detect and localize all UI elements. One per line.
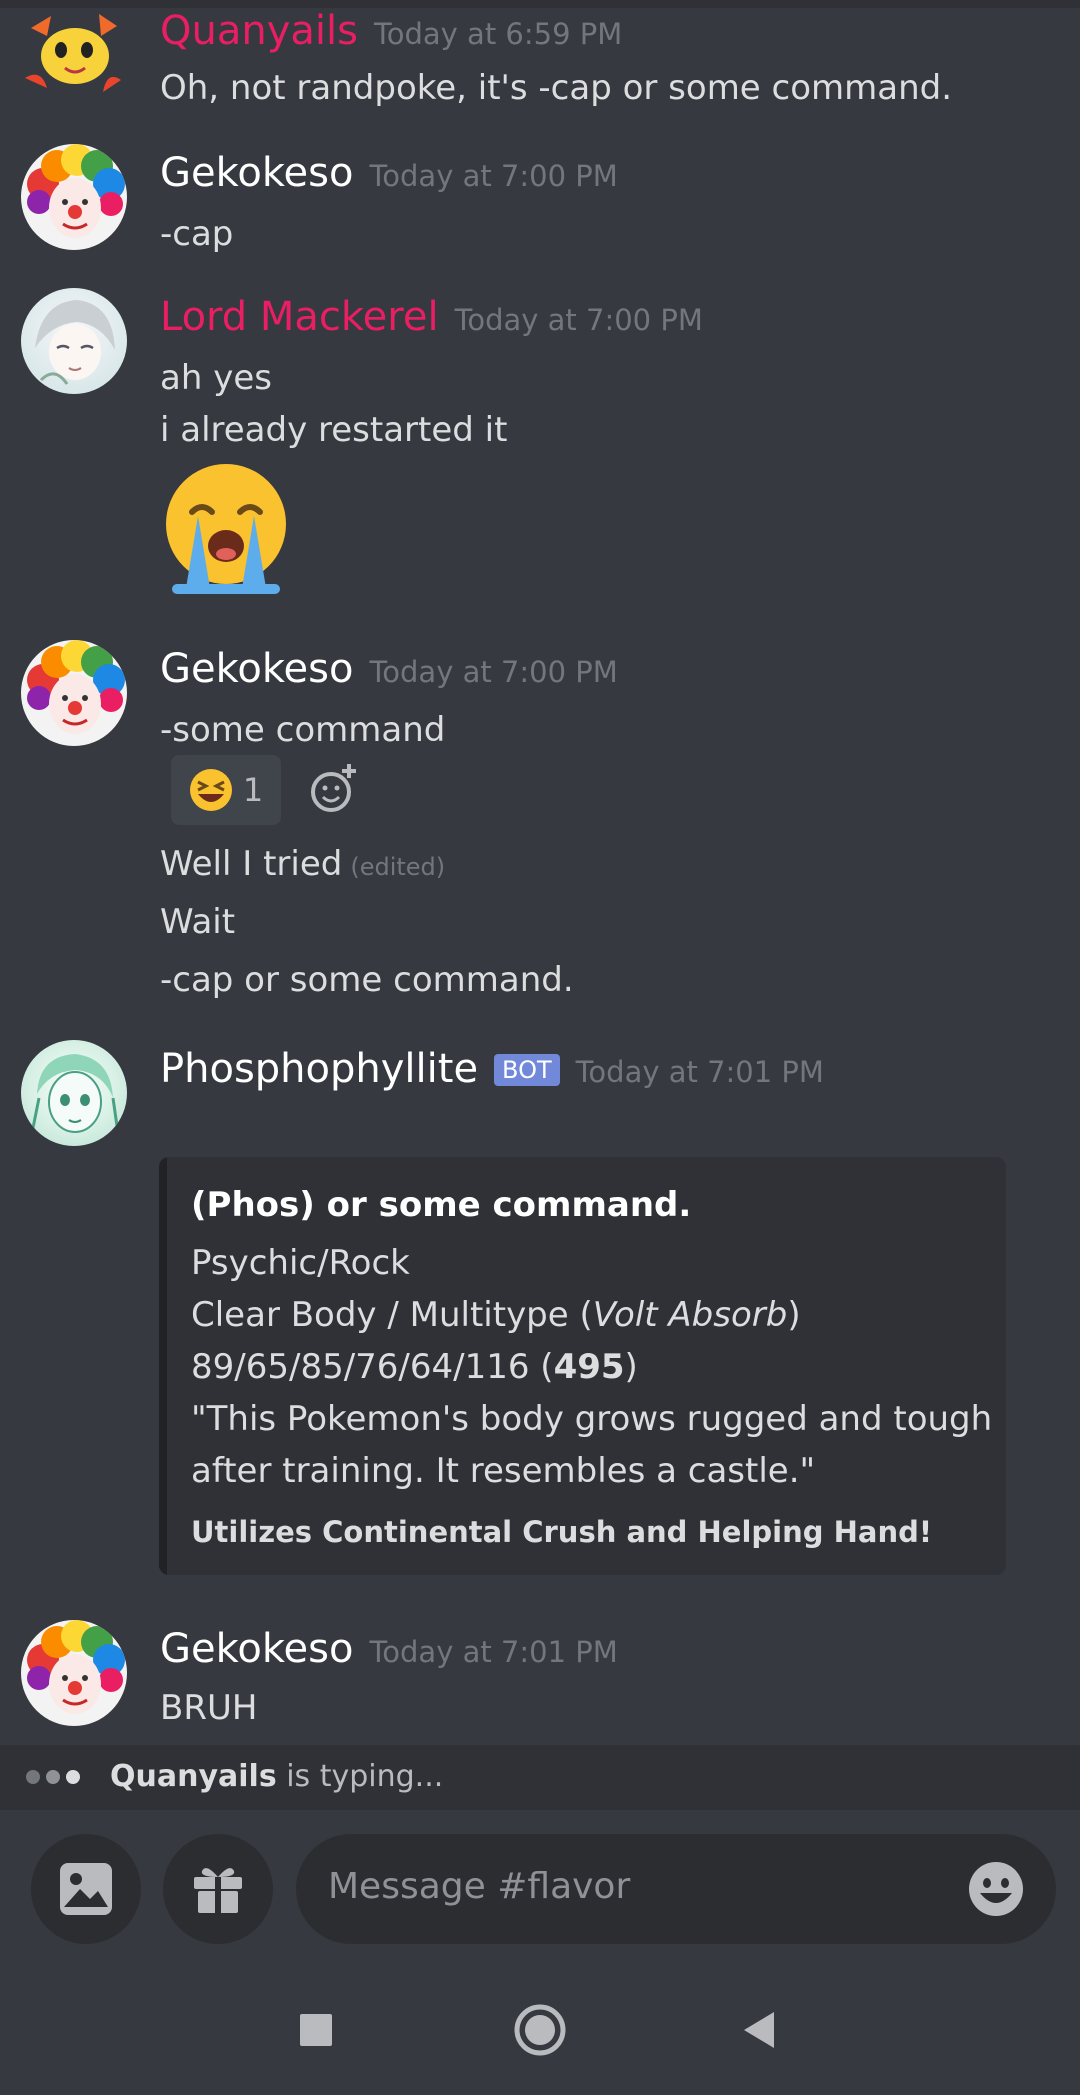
- typing-indicator: Quanyails is typing...: [0, 1745, 1080, 1810]
- username[interactable]: Phosphophyllite: [160, 1046, 478, 1092]
- message-text: BRUH: [160, 1688, 258, 1728]
- image-icon: [60, 1863, 112, 1915]
- message-text: -cap: [160, 214, 234, 254]
- username[interactable]: Gekokeso: [160, 646, 353, 692]
- avatar[interactable]: [21, 1620, 127, 1726]
- avatar[interactable]: [21, 640, 127, 746]
- smiley-icon: [969, 1862, 1023, 1916]
- bot-embed: (Phos) or some command. Psychic/Rock Cle…: [159, 1157, 1006, 1575]
- base-stat-total: 495: [553, 1347, 625, 1387]
- timestamp: Today at 6:59 PM: [373, 17, 623, 51]
- timestamp: Today at 7:01 PM: [575, 1055, 824, 1089]
- embed-footer: Utilizes Continental Crush and Helping H…: [191, 1515, 933, 1549]
- reaction-count: 1: [242, 771, 264, 809]
- timestamp: Today at 7:00 PM: [454, 303, 703, 337]
- bot-badge: BOT: [494, 1054, 560, 1086]
- message-input[interactable]: Message #flavor: [296, 1834, 1056, 1944]
- username[interactable]: Gekokeso: [160, 150, 353, 196]
- avatar[interactable]: [21, 288, 127, 394]
- crying-emoji-icon: [158, 462, 294, 594]
- message-text: -cap or some command.: [160, 960, 574, 1000]
- typing-dots-icon: [26, 1769, 86, 1788]
- message-text: ah yes: [160, 358, 272, 398]
- avatar[interactable]: [21, 8, 127, 96]
- avatar[interactable]: [21, 1040, 127, 1146]
- username[interactable]: Quanyails: [160, 8, 358, 54]
- typing-user: Quanyails: [110, 1759, 277, 1794]
- username[interactable]: Lord Mackerel: [160, 294, 439, 340]
- triangle-back-icon[interactable]: [730, 2000, 790, 2060]
- message-text: Oh, not randpoke, it's -cap or some comm…: [160, 68, 953, 108]
- embed-accent-bar: [159, 1157, 167, 1575]
- laughing-emoji-icon: [189, 769, 232, 811]
- username[interactable]: Gekokeso: [160, 1626, 353, 1672]
- emoji-picker-button[interactable]: [968, 1861, 1024, 1917]
- message-text: Well I tried (edited): [160, 844, 446, 884]
- circle-home-icon[interactable]: [510, 2000, 570, 2060]
- timestamp: Today at 7:01 PM: [369, 1635, 618, 1669]
- embed-stats: 89/65/85/76/64/116 (495): [191, 1347, 638, 1387]
- add-reaction-icon[interactable]: [305, 760, 363, 818]
- phos-avatar-icon: [31, 1054, 119, 1133]
- clown-avatar-icon: [27, 144, 125, 238]
- clown-avatar-icon: [27, 1620, 125, 1714]
- anime-avatar-icon: [35, 300, 115, 385]
- reaction-laughing[interactable]: 1: [171, 755, 281, 825]
- embed-types: Psychic/Rock: [191, 1243, 410, 1283]
- typing-text: Quanyails is typing...: [110, 1759, 444, 1794]
- gift-button[interactable]: [163, 1834, 273, 1944]
- timestamp: Today at 7:00 PM: [369, 655, 618, 689]
- embed-abilities: Clear Body / Multitype (Volt Absorb): [191, 1295, 801, 1335]
- hidden-ability: Volt Absorb: [592, 1295, 788, 1335]
- timestamp: Today at 7:00 PM: [369, 159, 618, 193]
- dragon-avatar-icon: [25, 14, 121, 92]
- square-recents-icon[interactable]: [286, 2000, 346, 2060]
- message-text: Wait: [160, 902, 236, 942]
- embed-description-line: after training. It resembles a castle.": [191, 1451, 816, 1491]
- message-input-placeholder: Message #flavor: [328, 1866, 631, 1907]
- message-text: -some command: [160, 710, 446, 750]
- attach-image-button[interactable]: [31, 1834, 141, 1944]
- clown-avatar-icon: [27, 640, 125, 734]
- avatar[interactable]: [21, 144, 127, 250]
- gift-icon: [194, 1868, 242, 1913]
- embed-title: (Phos) or some command.: [191, 1185, 692, 1225]
- message-text: i already restarted it: [160, 410, 508, 450]
- system-navigation-bar: [0, 1955, 1080, 2095]
- message-composer: Message #flavor: [0, 1810, 1080, 1955]
- embed-description-line: "This Pokemon's body grows rugged and to…: [191, 1399, 993, 1439]
- message-list[interactable]: Quanyails Today at 6:59 PM Oh, not randpo…: [0, 0, 1080, 1745]
- edited-tag: (edited): [350, 853, 446, 881]
